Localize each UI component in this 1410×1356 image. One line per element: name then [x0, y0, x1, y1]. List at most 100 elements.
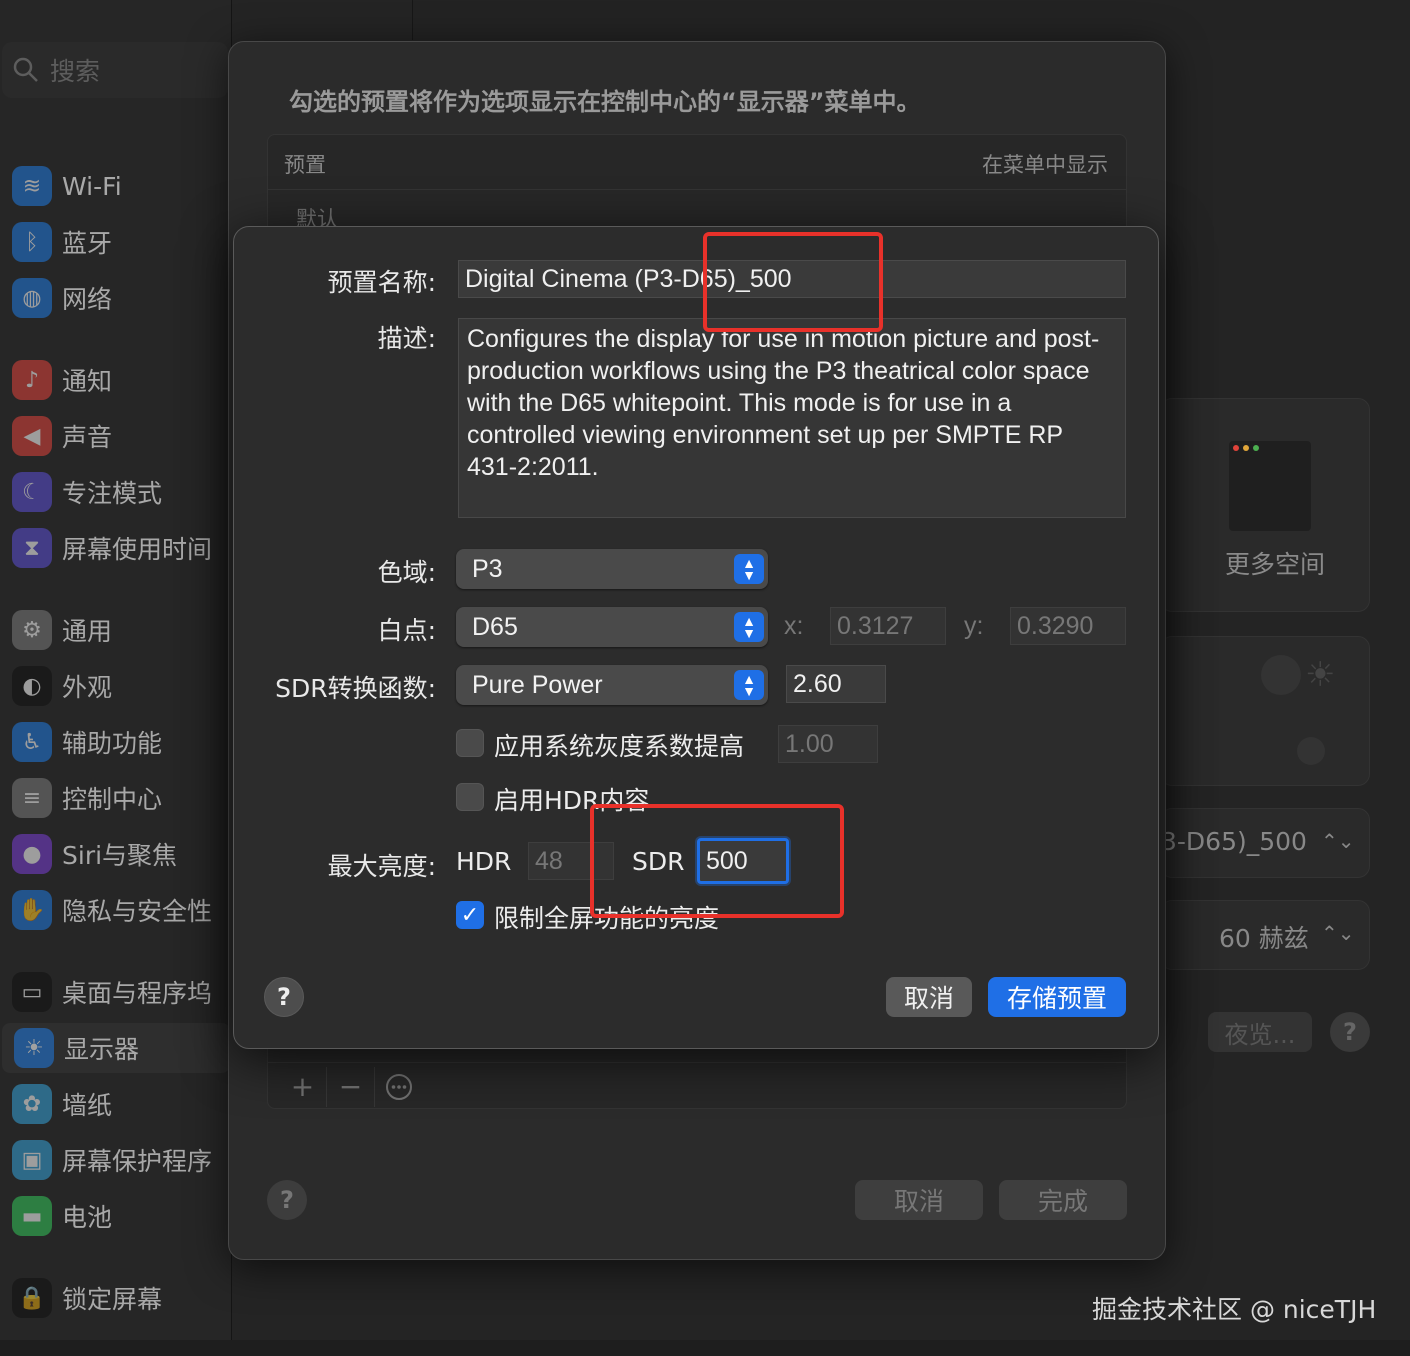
sdr-transfer-label: SDR转换函数:: [275, 674, 436, 703]
sidebar: 搜索 ≋ Wi-Fi ᛒ 蓝牙 ◍ 网络 ♪ 通知 ◀ 声音 ☾ 专注模式 ⧗ 屏幕使用时间 ⚙ 通用 ◐ 外观 ♿…: [0, 0, 232, 1340]
sidebar-item[interactable]: ✿ 墙纸: [0, 1079, 228, 1129]
edit-preset-dialog: 预置名称: Digital Cinema (P3-D65)_500 描述: Co…: [233, 226, 1159, 1049]
refresh-rate-value: 60 赫兹: [1219, 924, 1309, 953]
y-field: 0.3290: [1010, 607, 1126, 645]
sidebar-item-label: 蓝牙: [62, 229, 113, 258]
sidebar-item[interactable]: ☀ 显示器: [2, 1023, 230, 1073]
description-label: 描述:: [377, 324, 436, 353]
refresh-rate-popup[interactable]: 60 赫兹 ⌃⌄: [1160, 900, 1370, 970]
sidebar-item-label: 隐私与安全性: [62, 897, 213, 926]
screensaver-icon: ▣: [12, 1140, 52, 1180]
preset-popup-value: 3-D65)_500: [1161, 827, 1307, 856]
white-point-value: D65: [472, 612, 518, 641]
white-point-label: 白点:: [377, 616, 436, 645]
cancel-button[interactable]: 取消: [886, 977, 972, 1017]
limit-fullscreen-checkbox[interactable]: ✓: [456, 901, 484, 929]
more-space-label: 更多空间: [1225, 550, 1326, 579]
brightness-knob[interactable]: [1261, 655, 1301, 695]
annotation-box-name: [703, 232, 883, 332]
cancel-button[interactable]: 取消: [855, 1180, 983, 1220]
white-point-select[interactable]: D65 ▲ ▼: [456, 607, 768, 647]
sidebar-item-label: 桌面与程序坞: [62, 979, 213, 1008]
sidebar-item[interactable]: ✋ 隐私与安全性: [0, 885, 228, 935]
sidebar-item-label: 显示器: [64, 1035, 140, 1064]
sidebar-item[interactable]: ⧗ 屏幕使用时间: [0, 523, 228, 573]
preview-thumbnail: [1229, 441, 1311, 531]
chevron-updown-icon: ▲ ▼: [734, 612, 764, 642]
sidebar-item[interactable]: ● Siri与聚焦: [0, 829, 228, 879]
column-header-show-in-menu[interactable]: 在菜单中显示: [982, 149, 1108, 179]
more-options-icon[interactable]: [375, 1067, 423, 1107]
gamma-field[interactable]: 2.60: [786, 665, 886, 703]
sidebar-item[interactable]: ▬ 电池: [0, 1191, 228, 1241]
sidebar-item[interactable]: ◐ 外观: [0, 661, 228, 711]
speaker-icon: ◀: [12, 416, 52, 456]
sun-icon: ☀: [14, 1028, 54, 1068]
remove-button[interactable]: −: [327, 1066, 375, 1107]
chevron-updown-icon: ⌃⌄: [1321, 921, 1355, 945]
x-label: x:: [784, 612, 804, 640]
bell-icon: ♪: [12, 360, 52, 400]
sidebar-item-label: 墙纸: [62, 1091, 113, 1120]
sidebar-item-label: 专注模式: [62, 479, 163, 508]
help-button[interactable]: ?: [267, 1180, 307, 1220]
enable-hdr-checkbox[interactable]: [456, 783, 484, 811]
accessibility-icon: ♿: [12, 722, 52, 762]
night-shift-button[interactable]: 夜览...: [1208, 1012, 1312, 1052]
sdr-transfer-select[interactable]: Pure Power ▲ ▼: [456, 665, 768, 705]
description-field[interactable]: Configures the display for use in motion…: [458, 318, 1126, 518]
sidebar-item-label: 控制中心: [62, 785, 163, 814]
sun-icon: ☀: [1305, 655, 1336, 695]
sidebar-item-label: 通知: [62, 367, 113, 396]
brightness-card: ☀: [1160, 636, 1370, 786]
dock-icon: ▭: [12, 972, 52, 1012]
done-button[interactable]: 完成: [999, 1180, 1127, 1220]
sidebar-item-label: Siri与聚焦: [62, 841, 178, 870]
hdr-label: HDR: [456, 847, 512, 876]
lock-icon: 🔒: [12, 1278, 52, 1318]
sidebar-item[interactable]: ♪ 通知: [0, 355, 228, 405]
sidebar-item-label: 网络: [62, 285, 113, 314]
toggle-knob[interactable]: [1297, 737, 1325, 765]
sidebar-item[interactable]: ᛒ 蓝牙: [0, 217, 228, 267]
sidebar-item[interactable]: ◀ 声音: [0, 411, 228, 461]
sidebar-item[interactable]: ⚙ 通用: [0, 605, 228, 655]
display-arrangement-card: 更多空间: [1160, 398, 1370, 612]
gamut-label: 色域:: [377, 558, 436, 587]
x-field: 0.3127: [830, 607, 946, 645]
bluetooth-icon: ᛒ: [12, 222, 52, 262]
preset-popup[interactable]: 3-D65)_500 ⌃⌄: [1160, 808, 1370, 878]
y-label: y:: [964, 612, 984, 640]
help-button[interactable]: ?: [264, 977, 304, 1017]
gamut-value: P3: [472, 554, 503, 583]
max-brightness-label: 最大亮度:: [327, 852, 436, 881]
sidebar-item[interactable]: ▣ 屏幕保护程序: [0, 1135, 228, 1185]
sidebar-item[interactable]: ≡ 控制中心: [0, 773, 228, 823]
title-bar: [412, 0, 1410, 40]
globe-icon: ◍: [12, 278, 52, 318]
sidebar-item-label: 声音: [62, 423, 113, 452]
help-icon[interactable]: ?: [1330, 1012, 1370, 1052]
search-icon: [13, 57, 38, 82]
sidebar-item[interactable]: ▭ 桌面与程序坞: [0, 967, 228, 1017]
wifi-icon: ≋: [12, 166, 52, 206]
sidebar-item[interactable]: ☾ 专注模式: [0, 467, 228, 517]
search-field[interactable]: 搜索: [2, 42, 228, 98]
system-gamma-boost-checkbox[interactable]: [456, 729, 484, 757]
sidebar-item[interactable]: 🔒 锁定屏幕: [0, 1273, 228, 1323]
gamut-select[interactable]: P3 ▲ ▼: [456, 549, 768, 589]
sidebar-item-label: 外观: [62, 673, 113, 702]
sidebar-item[interactable]: ≋ Wi-Fi: [0, 161, 228, 211]
add-button[interactable]: +: [279, 1066, 327, 1107]
system-gamma-boost-label: 应用系统灰度系数提高: [494, 732, 745, 761]
chevron-updown-icon: ▲ ▼: [734, 554, 764, 584]
sidebar-item-label: 电池: [62, 1203, 113, 1232]
sidebar-item[interactable]: ◍ 网络: [0, 273, 228, 323]
column-header-preset[interactable]: 预置: [284, 149, 326, 179]
hourglass-icon: ⧗: [12, 528, 52, 568]
table-toolbar: + −: [267, 1062, 1127, 1110]
sidebar-item[interactable]: ♿ 辅助功能: [0, 717, 228, 767]
moon-icon: ☾: [12, 472, 52, 512]
sidebar-item-label: 屏幕使用时间: [62, 535, 213, 564]
save-preset-button[interactable]: 存储预置: [988, 977, 1126, 1017]
